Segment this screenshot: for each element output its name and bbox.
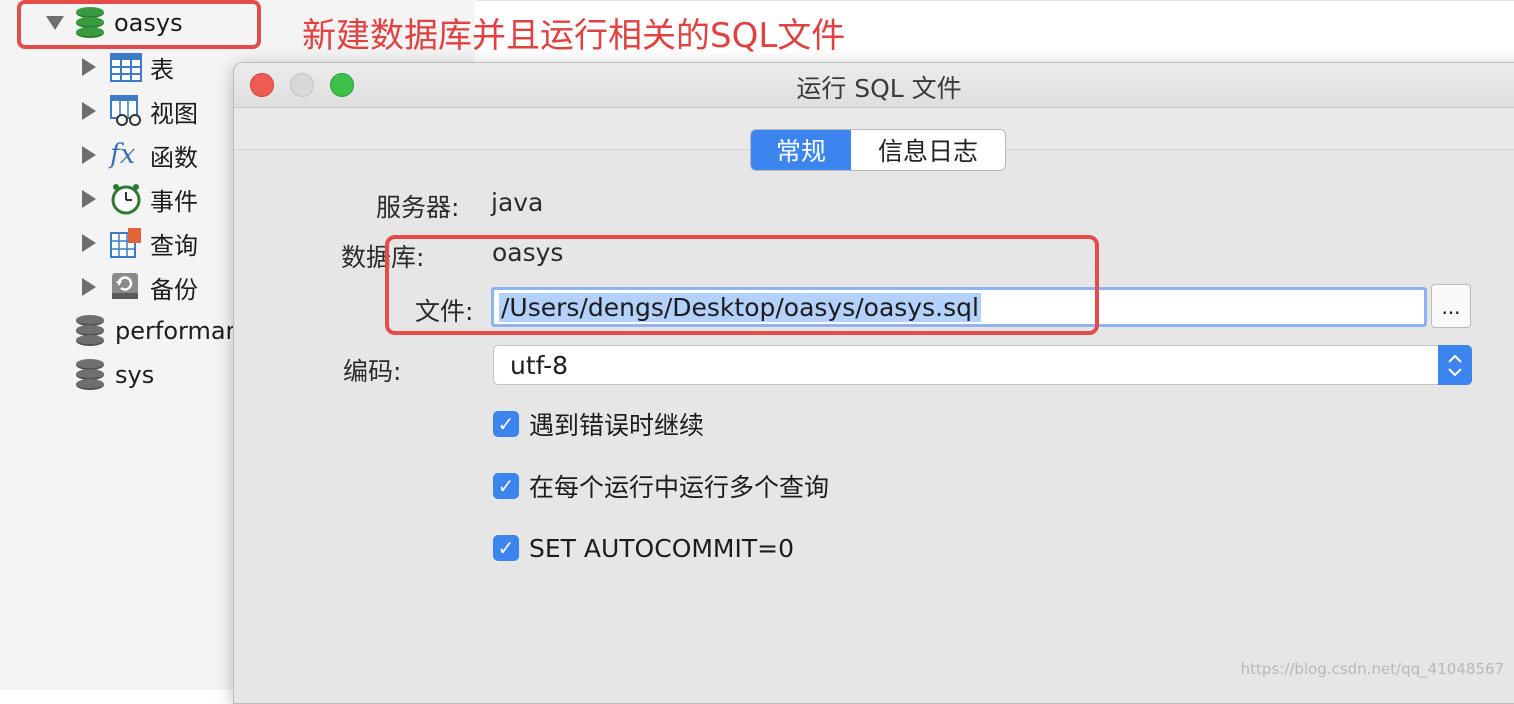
option-label: 遇到错误时继续 [529,411,705,440]
tree-item-label: sys [115,361,155,389]
disclosure-collapsed-icon[interactable] [82,278,96,296]
server-label: 服务器: [376,193,460,222]
highlight-box-file [385,235,1099,335]
tree-item-label: 查询 [150,231,198,260]
watermark-text: https://blog.csdn.net/qq_41048567 [1240,660,1504,678]
encoding-select[interactable]: utf-8 [493,345,1472,385]
annotation-text: 新建数据库并且运行相关的SQL文件 [302,16,846,56]
encoding-selected-value: utf-8 [510,350,569,380]
encoding-label: 编码: [343,357,402,386]
tree-item-views[interactable]: 视图 [82,91,198,131]
dialog-title: 运行 SQL 文件 [796,74,962,103]
tab-general[interactable]: 常规 [751,130,851,170]
tree-item-label: 视图 [150,99,198,128]
disclosure-collapsed-icon[interactable] [82,58,96,76]
backup-restore-icon [110,271,142,303]
select-stepper-icon[interactable] [1438,345,1472,385]
disclosure-collapsed-icon[interactable] [82,234,96,252]
tree-item-sys[interactable]: sys [76,355,154,395]
tree-item-backups[interactable]: 备份 [82,267,198,307]
disclosure-collapsed-icon[interactable] [82,102,96,120]
tree-item-queries[interactable]: 查询 [82,223,198,263]
database-icon [76,315,104,347]
tree-item-label: 事件 [150,187,198,216]
tree-item-functions[interactable]: fx 函数 [82,135,198,175]
option-multiple-queries[interactable]: ✓ 在每个运行中运行多个查询 [493,470,829,502]
tree-item-tables[interactable]: 表 [82,47,174,87]
tab-message-log[interactable]: 信息日志 [851,130,1005,170]
dialog-titlebar[interactable]: 运行 SQL 文件 [234,63,1514,108]
function-fx-icon: fx [110,139,136,170]
database-icon [76,359,104,391]
disclosure-collapsed-icon[interactable] [82,146,96,164]
alarm-clock-icon [110,183,142,215]
highlight-box-database [17,0,261,49]
disclosure-collapsed-icon[interactable] [82,190,96,208]
view-glasses-icon [110,95,142,127]
browse-file-button[interactable]: ... [1431,284,1471,328]
server-value: java [491,188,544,217]
option-label: SET AUTOCOMMIT=0 [529,533,795,563]
general-panel: 服务器: java 数据库: oasys 文件: /Users/dengs/De… [234,149,1514,703]
query-table-icon [110,227,142,259]
tree-item-label: 备份 [150,275,198,304]
checkbox-checked[interactable]: ✓ [493,535,519,561]
checkbox-checked[interactable]: ✓ [493,473,519,499]
option-label: 在每个运行中运行多个查询 [529,473,830,502]
checkbox-checked[interactable]: ✓ [493,411,519,437]
table-grid-icon [110,51,142,83]
tree-item-label: 表 [150,55,174,84]
run-sql-file-dialog: 运行 SQL 文件 服务器: java 数据库: oasys 文件: /User… [233,62,1514,704]
option-autocommit[interactable]: ✓ SET AUTOCOMMIT=0 [493,532,794,564]
tree-item-events[interactable]: 事件 [82,179,198,219]
option-continue-on-error[interactable]: ✓ 遇到错误时继续 [493,408,704,440]
tree-item-label: 函数 [150,143,198,172]
tab-segmented-control: 常规 信息日志 [750,129,1006,171]
